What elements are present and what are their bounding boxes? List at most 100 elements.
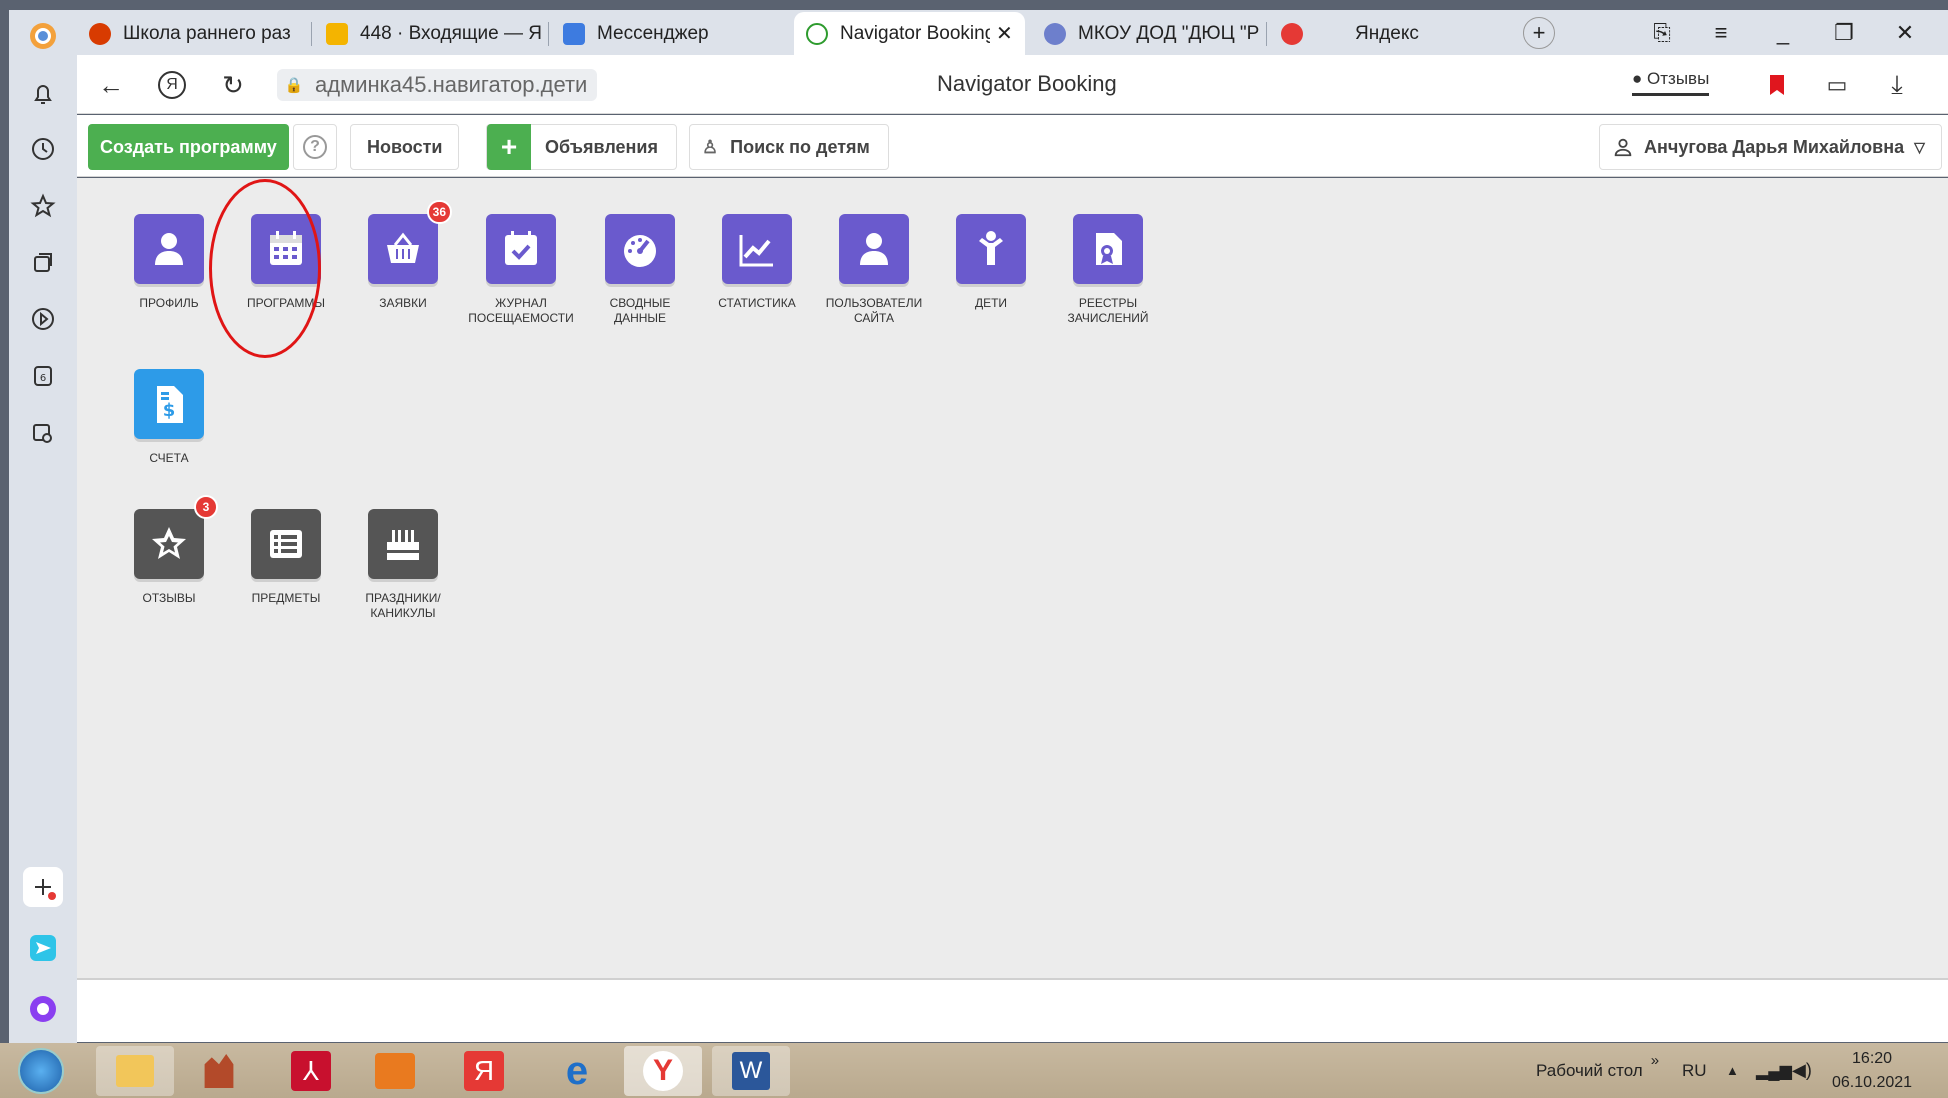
ads-button[interactable]: + Объявления — [486, 124, 677, 170]
tab-5[interactable]: МКОУ ДОД "ДЮЦ "Р — [1032, 12, 1267, 55]
chevron-down-icon: ▽ — [1914, 138, 1925, 155]
tile-summary[interactable]: СВОДНЫЕ ДАННЫЕ — [585, 214, 695, 326]
child-icon — [956, 214, 1026, 284]
tile-label: ПРОФИЛЬ — [139, 296, 199, 310]
tile-profile[interactable]: ПРОФИЛЬ — [114, 214, 224, 311]
address-bar: ← Я ↻ 🔒 админка45.навигатор.дети Navigat… — [77, 55, 1948, 114]
app-toolbar: Создать программу ? Новости + Объявления… — [77, 115, 1948, 177]
url-field[interactable]: 🔒 админка45.навигатор.дети — [277, 69, 598, 101]
create-program-button[interactable]: Создать программу — [88, 124, 289, 170]
close-tab-icon[interactable]: ✕ — [996, 21, 1013, 46]
alice-icon[interactable] — [23, 989, 63, 1029]
tile-statistics[interactable]: СТАТИСТИКА — [702, 214, 812, 311]
video-icon[interactable] — [23, 299, 63, 339]
url-host: админка45.навигатор.дети — [311, 69, 598, 101]
invoice-icon: $ — [134, 369, 204, 439]
history-icon[interactable] — [23, 129, 63, 169]
list-icon — [251, 509, 321, 579]
tile-enrollment-registry[interactable]: РЕЕСТРЫ ЗАЧИСЛЕНИЙ — [1053, 214, 1163, 326]
tab-1[interactable]: Школа раннего раз — [77, 12, 312, 55]
menu-icon[interactable]: ≡ — [1699, 14, 1743, 52]
browser-sidebar: 6 — [9, 10, 77, 1045]
chart-icon — [722, 214, 792, 284]
reload-icon[interactable]: ↻ — [213, 65, 253, 105]
tile-subjects[interactable]: ПРЕДМЕТЫ — [231, 509, 341, 606]
favorites-icon[interactable] — [23, 186, 63, 226]
certificate-icon — [1073, 214, 1143, 284]
ads-label: Объявления — [545, 136, 658, 157]
tile-label: ЖУРНАЛ ПОСЕЩАЕМОСТИ — [468, 296, 574, 325]
tile-children[interactable]: ДЕТИ — [936, 214, 1046, 311]
media-player-icon[interactable] — [356, 1046, 434, 1096]
file-explorer-icon[interactable] — [96, 1046, 174, 1096]
send-app-icon[interactable] — [23, 928, 63, 968]
chat-bubble-icon: ● — [1632, 69, 1643, 88]
minimize-icon[interactable]: _ — [1761, 14, 1805, 52]
close-window-icon[interactable]: ✕ — [1883, 14, 1927, 52]
tray-arrow-icon[interactable]: ▲ — [1726, 1043, 1739, 1098]
yandex-home-icon[interactable]: Я — [152, 65, 192, 105]
kids-search-button[interactable]: ♙ Поиск по детям — [689, 124, 889, 170]
download-icon[interactable]: ⤓ — [1877, 65, 1917, 105]
site-favicon-icon — [1044, 22, 1066, 45]
requests-badge: 36 — [426, 200, 452, 224]
yandex-browser-icon[interactable]: Y — [624, 1046, 702, 1096]
tab-favicon-icon — [89, 22, 111, 45]
tile-label: СЧЕТА — [149, 451, 189, 465]
tile-site-users[interactable]: ПОЛЬЗОВАТЕЛИ САЙТА — [819, 214, 929, 326]
tab-6[interactable]: Яндекс — [1269, 12, 1499, 55]
clock-time: 16:20 — [1852, 1049, 1893, 1067]
tab-2[interactable]: 448 · Входящие — Я — [314, 12, 549, 55]
reviews-label: Отзывы — [1647, 69, 1710, 88]
tile-reviews[interactable]: 3 ОТЗЫВЫ — [114, 495, 224, 606]
notifications-icon[interactable] — [23, 74, 63, 114]
new-tab-button[interactable]: + — [1517, 14, 1561, 52]
desktop-toolbar[interactable]: Рабочий стол » — [1536, 1043, 1659, 1098]
tile-attendance[interactable]: ЖУРНАЛ ПОСЕЩАЕМОСТИ — [466, 214, 576, 326]
calendar-sidebar-icon[interactable]: 6 — [23, 356, 63, 396]
collections-icon[interactable] — [23, 243, 63, 283]
mail-icon — [326, 22, 348, 45]
volume-icon[interactable]: ◀) — [1792, 1043, 1812, 1098]
yandex-app-icon[interactable]: Я — [445, 1046, 523, 1096]
tabs-menu-icon[interactable]: ⎘ — [1640, 14, 1684, 52]
help-button[interactable]: ? — [293, 124, 337, 170]
tile-label: ПРАЗДНИКИ/ КАНИКУЛЫ — [365, 591, 441, 620]
tab-3[interactable]: Мессенджер — [551, 12, 788, 55]
tab-4-active[interactable]: Navigator Booking ✕ — [794, 12, 1025, 55]
tile-holidays[interactable]: ПРАЗДНИКИ/ КАНИКУЛЫ — [348, 509, 458, 621]
browser-logo-icon[interactable] — [23, 16, 63, 56]
internet-explorer-icon[interactable]: e — [538, 1046, 616, 1096]
page-footer-area — [77, 978, 1948, 1042]
bookmark-icon[interactable] — [1757, 65, 1797, 105]
restore-icon[interactable]: ❐ — [1822, 14, 1866, 52]
reader-icon[interactable]: ▭ — [1817, 65, 1857, 105]
lock-icon[interactable]: 🔒 — [277, 69, 311, 101]
clock[interactable]: 16:20 06.10.2021 — [1832, 1043, 1912, 1098]
add-panel-icon[interactable] — [23, 867, 63, 907]
annotation-circle — [209, 179, 321, 358]
user-menu[interactable]: Анчугова Дарья Михайловна ▽ — [1599, 124, 1942, 170]
screenshot-icon[interactable] — [23, 413, 63, 453]
start-button-icon[interactable] — [6, 1046, 76, 1096]
child-icon: ♙ — [702, 136, 719, 157]
svg-text:6: 6 — [40, 373, 46, 384]
tab-label: Мессенджер — [597, 22, 709, 44]
tile-invoices[interactable]: $ СЧЕТА — [114, 369, 224, 466]
gauge-icon — [605, 214, 675, 284]
taskbar: ⅄ Я e Y W Рабочий стол » RU ▲ ▂▄▆ ◀) 16:… — [0, 1043, 1948, 1098]
tab-label: 448 · Входящие — Я — [360, 22, 542, 44]
news-button[interactable]: Новости — [350, 124, 460, 170]
language-indicator[interactable]: RU — [1682, 1043, 1707, 1098]
kids-search-label: Поиск по детям — [730, 136, 870, 157]
cake-icon — [368, 509, 438, 579]
back-icon[interactable]: ← — [91, 65, 131, 105]
word-icon[interactable]: W — [712, 1046, 790, 1096]
chevron-right-icon: » — [1650, 1052, 1660, 1069]
tile-requests[interactable]: 36 ЗАЯВКИ — [348, 200, 458, 311]
network-icon[interactable]: ▂▄▆ — [1756, 1043, 1792, 1098]
tile-label: СВОДНЫЕ ДАННЫЕ — [609, 296, 671, 325]
reviews-button[interactable]: ● Отзывы — [1632, 69, 1710, 96]
acrobat-icon[interactable]: ⅄ — [272, 1046, 350, 1096]
app-castle-icon[interactable] — [180, 1046, 258, 1096]
